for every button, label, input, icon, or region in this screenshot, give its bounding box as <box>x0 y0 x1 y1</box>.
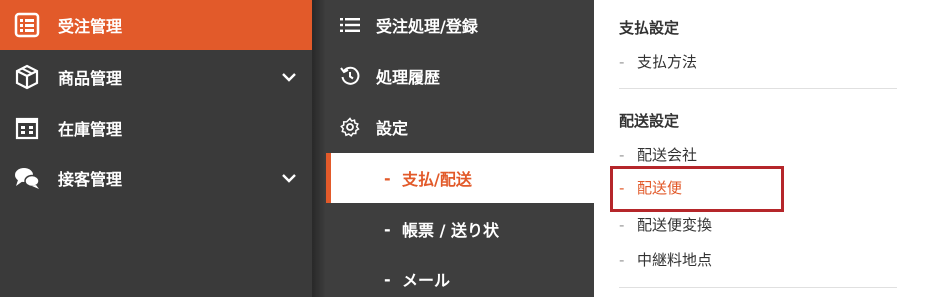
dash-marker: - <box>384 269 391 289</box>
annotation-highlight-box <box>610 166 784 212</box>
submenu-item-label: 設定 <box>376 119 409 138</box>
divider <box>619 287 897 288</box>
submenu-item-history[interactable]: 処理履歴 <box>326 51 594 101</box>
submenu-item-order-processing[interactable]: 受注処理/登録 <box>326 0 594 50</box>
divider <box>619 88 897 89</box>
dash-marker: - <box>384 219 391 239</box>
dash-marker: - <box>619 52 625 71</box>
link-shipping-service-conversion[interactable]: - 配送便変換 <box>619 214 712 235</box>
dash-marker: - <box>619 145 625 164</box>
sidebar-item-orders[interactable]: 受注管理 <box>0 0 312 50</box>
sidebar-item-products[interactable]: 商品管理 <box>0 52 312 102</box>
gear-icon <box>338 115 362 139</box>
link-label: 中継料地点 <box>637 251 713 269</box>
box-icon <box>12 62 42 92</box>
sidebar-item-inventory[interactable]: 在庫管理 <box>0 103 312 153</box>
link-shipping-company[interactable]: - 配送会社 <box>619 144 697 165</box>
order-submenu: 受注処理/登録 処理履歴 設定 - 支払/配送 - 帳票 / 送り状 - メール <box>312 0 594 297</box>
submenu-child-payment-shipping[interactable]: - 支払/配送 <box>326 153 594 203</box>
dash-marker: - <box>619 215 625 234</box>
link-label: 配送便変換 <box>637 216 713 234</box>
section-title-shipping: 配送設定 <box>619 112 680 130</box>
history-icon <box>338 64 362 88</box>
link-payment-method[interactable]: - 支払方法 <box>619 51 697 72</box>
link-relay-point[interactable]: - 中継料地点 <box>619 249 712 270</box>
link-label: 支払方法 <box>637 53 698 71</box>
settings-panel: 支払設定 - 支払方法 配送設定 - 配送会社 - 配送便 - 配送便変換 - … <box>594 0 925 297</box>
submenu-child-label: 支払/配送 <box>402 170 472 189</box>
main-sidebar: 受注管理 商品管理 在庫管理 接客管理 <box>0 0 312 297</box>
sidebar-item-label: 在庫管理 <box>58 120 123 139</box>
list-icon <box>338 13 362 37</box>
dash-marker: - <box>384 168 391 188</box>
chevron-down-icon[interactable] <box>278 66 300 88</box>
order-list-icon <box>12 10 42 40</box>
sidebar-item-customer-service[interactable]: 接客管理 <box>0 153 312 203</box>
submenu-child-forms-invoices[interactable]: - 帳票 / 送り状 <box>326 204 594 254</box>
submenu-item-settings[interactable]: 設定 <box>326 102 594 152</box>
sidebar-item-label: 接客管理 <box>58 170 123 189</box>
chat-bubbles-icon <box>12 163 42 193</box>
submenu-item-label: 受注処理/登録 <box>376 17 478 36</box>
dash-marker: - <box>619 250 625 269</box>
chevron-down-icon[interactable] <box>278 167 300 189</box>
sidebar-item-label: 商品管理 <box>58 69 123 88</box>
submenu-child-label: 帳票 / 送り状 <box>402 221 499 240</box>
link-label: 配送会社 <box>637 146 698 164</box>
submenu-item-label: 処理履歴 <box>376 68 441 87</box>
sidebar-item-label: 受注管理 <box>58 17 123 36</box>
submenu-child-label: メール <box>402 271 451 290</box>
section-title-payment: 支払設定 <box>619 19 680 37</box>
warehouse-icon <box>12 113 42 143</box>
